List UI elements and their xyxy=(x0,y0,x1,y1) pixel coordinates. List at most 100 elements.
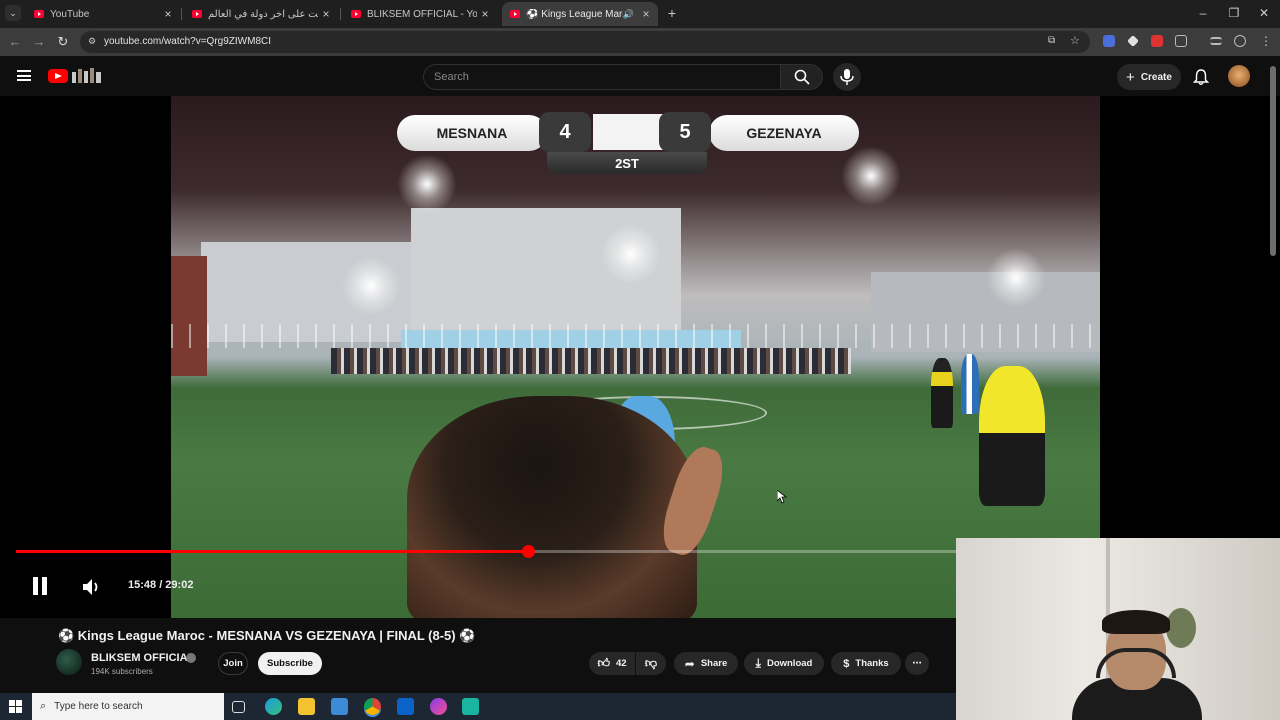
streamer-hair xyxy=(1102,610,1170,634)
back-arrow-icon[interactable]: ← xyxy=(6,33,24,51)
edge-browser-icon[interactable] xyxy=(265,698,282,715)
browser-tab-kings-league[interactable]: ⚽ Kings League Maroc - M 🔊 × xyxy=(502,2,658,26)
join-button[interactable]: Join xyxy=(218,652,248,675)
taskbar-search-placeholder: Type here to search xyxy=(54,701,143,712)
player-striped xyxy=(961,354,979,414)
hamburger-menu-icon[interactable] xyxy=(17,70,31,81)
youtube-logo[interactable] xyxy=(48,69,68,83)
store-icon[interactable] xyxy=(331,698,348,715)
extension-red-icon[interactable] xyxy=(1151,35,1163,47)
more-actions-button[interactable]: ⋯ xyxy=(905,652,929,675)
video-title: ⚽ Kings League Maroc - MESNANA VS GEZENA… xyxy=(58,628,476,643)
progress-scrubber[interactable] xyxy=(521,545,535,558)
new-tab-button[interactable]: + xyxy=(664,5,680,21)
tab-audio-icon[interactable]: 🔊 xyxy=(623,9,634,20)
windows-start-icon[interactable] xyxy=(9,700,22,713)
subscribe-button[interactable]: Subscribe xyxy=(258,652,322,675)
address-bar[interactable]: ⚙ youtube.com/watch?v=Qrg9ZIWM8CI ⧉ ☆ xyxy=(80,31,1090,53)
tab-search-dropdown[interactable]: ⌄ xyxy=(5,5,21,21)
home-team-score: 4 xyxy=(539,112,591,152)
thumbs-up-icon: 👍︎ xyxy=(597,656,610,670)
url-text: youtube.com/watch?v=Qrg9ZIWM8CI xyxy=(104,36,272,47)
extensions-puzzle-icon[interactable] xyxy=(1175,35,1187,47)
subscriber-count: 194K subscribers xyxy=(91,667,153,676)
share-label: Share xyxy=(700,658,728,669)
install-app-icon[interactable]: ⧉ xyxy=(1048,35,1055,46)
browser-toolbar: ← → ↻ ⚙ youtube.com/watch?v=Qrg9ZIWM8CI … xyxy=(0,28,1280,56)
browser-menu-icon[interactable]: ⋮ xyxy=(1260,34,1272,48)
dislike-button[interactable]: 👎︎ xyxy=(636,652,666,675)
close-tab-icon[interactable]: × xyxy=(477,7,493,21)
tab-label: BLIKSEM OFFICIAL - YouTube xyxy=(367,8,477,20)
download-label: Download xyxy=(766,658,813,669)
task-view-icon[interactable] xyxy=(232,701,245,713)
tab-label: وصلت على آخر دولة في العالم - xyxy=(208,8,318,20)
download-button[interactable]: ⤓ Download xyxy=(744,652,824,675)
video-progress-bar[interactable] xyxy=(16,545,956,558)
browser-tab-bliksem-channel[interactable]: BLIKSEM OFFICIAL - YouTube × xyxy=(343,2,497,26)
referee xyxy=(979,366,1045,506)
voice-search-button[interactable] xyxy=(833,63,861,91)
tab-label: YouTube xyxy=(50,8,90,20)
thanks-button[interactable]: $ Thanks xyxy=(831,652,901,675)
search-input[interactable]: Search xyxy=(423,64,781,90)
volume-icon[interactable] xyxy=(80,576,102,598)
foreground-spectator xyxy=(407,396,697,618)
floodlight xyxy=(341,256,401,316)
messenger-icon[interactable] xyxy=(430,698,447,715)
reading-list-icon[interactable] xyxy=(1210,37,1222,45)
browser-tab-youtube[interactable]: YouTube × xyxy=(26,2,180,26)
pause-icon[interactable] xyxy=(28,574,52,598)
more-horizontal-icon: ⋯ xyxy=(912,658,922,669)
search-icon: ⌕ xyxy=(40,700,47,712)
download-icon: ⤓ xyxy=(755,656,761,670)
player-yellow xyxy=(931,358,953,428)
crowd xyxy=(331,348,851,374)
thanks-label: Thanks xyxy=(855,658,889,669)
like-button[interactable]: 👍︎ 42 xyxy=(589,652,635,675)
channel-avatar[interactable] xyxy=(56,649,82,675)
close-tab-icon[interactable]: × xyxy=(160,7,176,21)
create-button[interactable]: + Create xyxy=(1117,64,1181,90)
chrome-icon[interactable] xyxy=(364,698,381,715)
youtube-doodle-logo[interactable] xyxy=(70,66,104,84)
notifications-bell-icon[interactable] xyxy=(1193,69,1209,85)
taskbar-search-input[interactable]: ⌕ Type here to search xyxy=(32,693,224,720)
app-green-icon[interactable] xyxy=(462,698,479,715)
extension-diamond-icon[interactable] xyxy=(1127,35,1139,47)
close-tab-icon[interactable]: × xyxy=(638,7,654,21)
channel-name[interactable]: BLIKSEM OFFICIAL xyxy=(91,652,194,664)
match-period: 2ST xyxy=(547,152,707,174)
subscribe-label: Subscribe xyxy=(267,658,313,669)
browser-tab-arabic-video[interactable]: وصلت على آخر دولة في العالم - × xyxy=(184,2,338,26)
profile-icon[interactable] xyxy=(1234,35,1246,47)
youtube-favicon-icon xyxy=(351,10,361,18)
create-label: Create xyxy=(1140,71,1172,83)
floodlight xyxy=(397,154,457,214)
search-icon xyxy=(794,69,810,85)
thanks-icon: $ xyxy=(843,657,850,670)
search-button[interactable] xyxy=(781,64,823,90)
windows-taskbar: ⌕ Type here to search xyxy=(0,693,956,720)
outlook-icon[interactable] xyxy=(397,698,414,715)
site-info-icon[interactable]: ⚙ xyxy=(88,36,96,47)
page-scrollbar[interactable] xyxy=(1270,66,1276,256)
share-button[interactable]: ➦ Share xyxy=(674,652,738,675)
restore-window-icon[interactable]: ❐ xyxy=(1219,4,1249,22)
minimize-window-icon[interactable]: – xyxy=(1188,4,1218,22)
search-placeholder: Search xyxy=(434,71,469,83)
close-tab-icon[interactable]: × xyxy=(318,7,334,21)
away-team-score: 5 xyxy=(659,112,711,152)
user-avatar[interactable] xyxy=(1228,65,1250,87)
file-explorer-icon[interactable] xyxy=(298,698,315,715)
time-display: 15:48 / 29:02 xyxy=(128,579,194,591)
tab-label: ⚽ Kings League Maroc - M xyxy=(526,8,623,20)
extension-translate-icon[interactable] xyxy=(1103,35,1115,47)
youtube-favicon-icon xyxy=(192,10,202,18)
join-label: Join xyxy=(223,658,243,669)
bookmark-star-icon[interactable]: ☆ xyxy=(1070,34,1080,47)
scoreboard-center-panel xyxy=(593,114,663,150)
close-window-icon[interactable]: ✕ xyxy=(1249,4,1279,22)
forward-arrow-icon[interactable]: → xyxy=(30,33,48,51)
reload-icon[interactable]: ↻ xyxy=(54,33,72,51)
